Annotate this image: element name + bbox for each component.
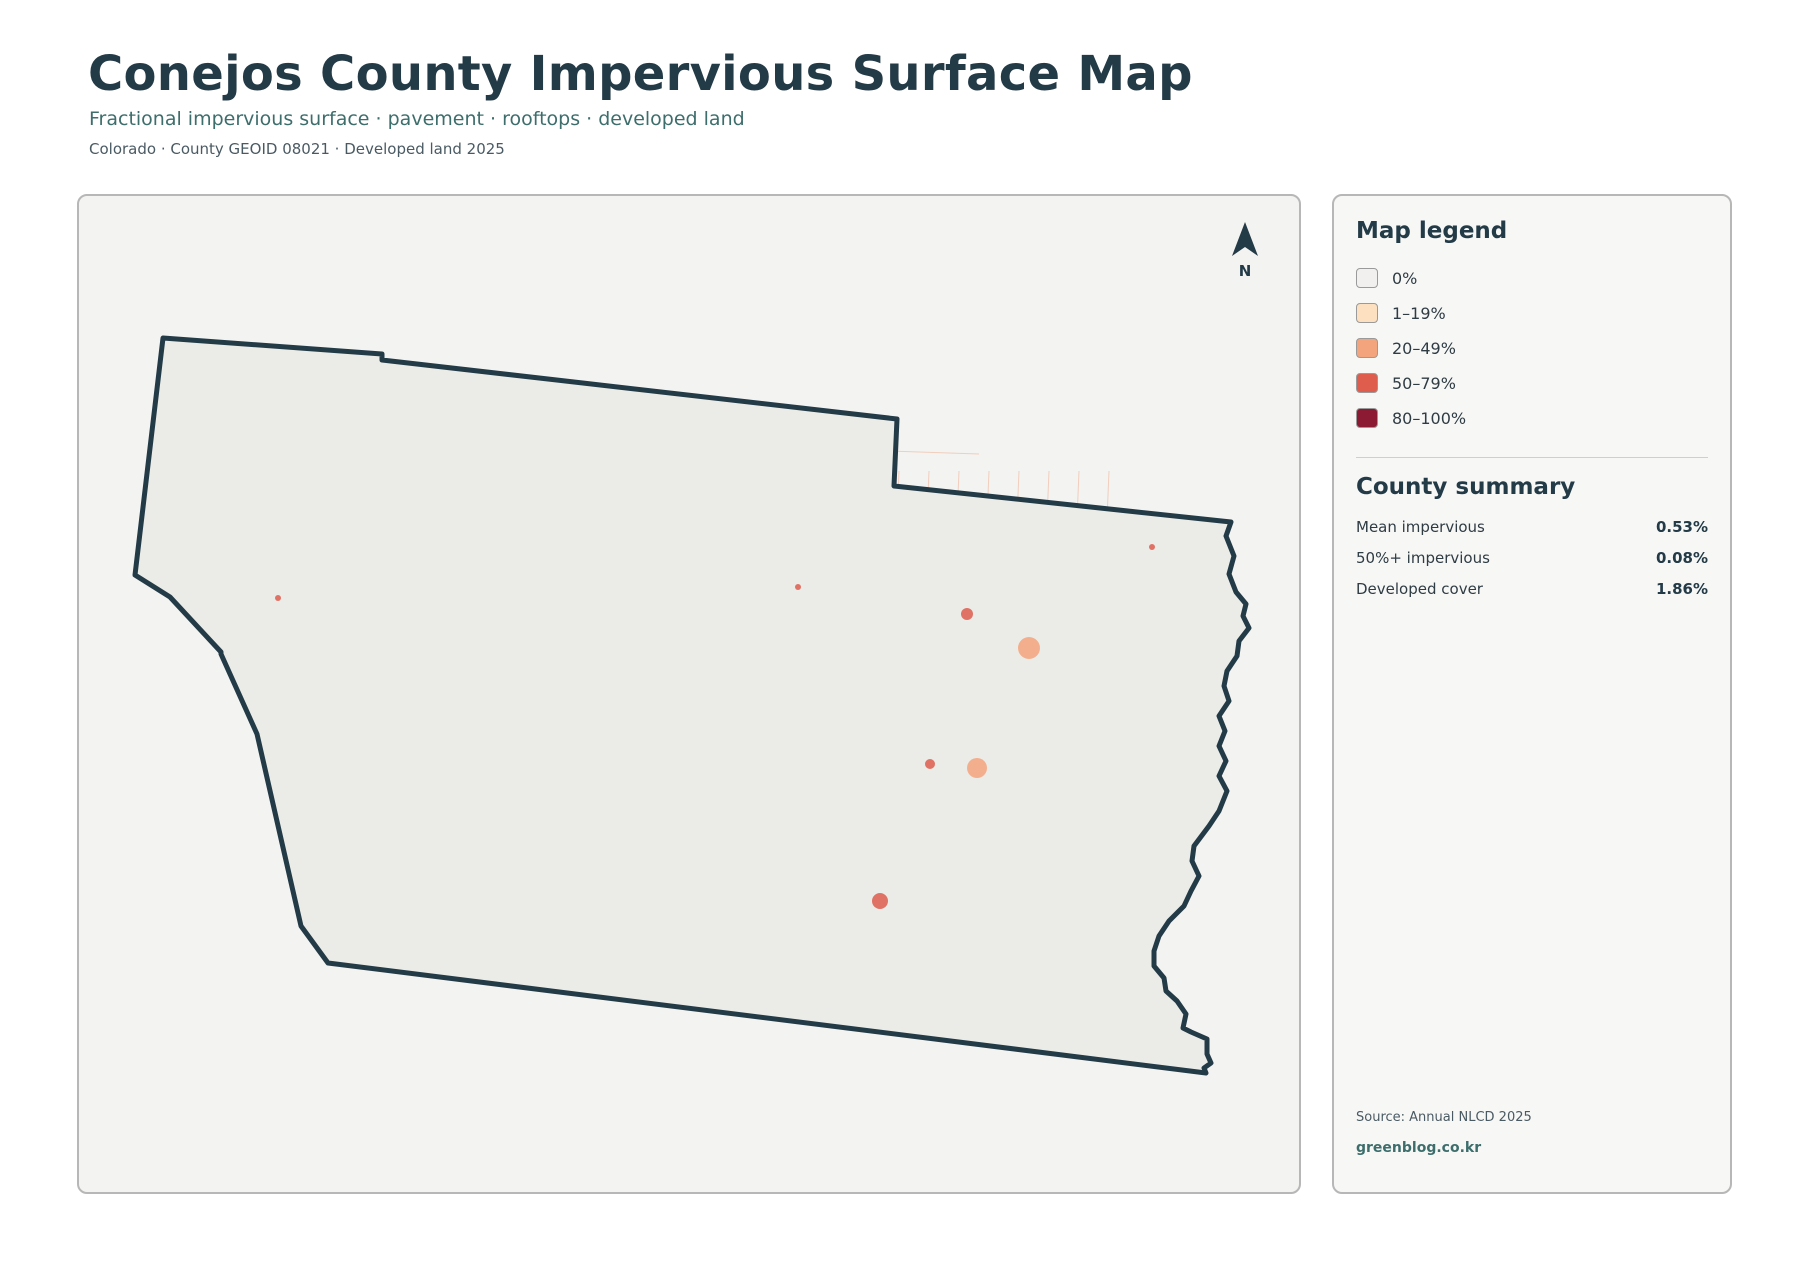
summary-value: 0.53% bbox=[1655, 518, 1708, 536]
town-cluster bbox=[961, 608, 973, 620]
map-panel[interactable] bbox=[77, 194, 1301, 1194]
town-cluster bbox=[1018, 637, 1040, 659]
town-cluster bbox=[275, 595, 281, 601]
legend-item: 20–49% bbox=[1356, 336, 1456, 360]
town-cluster bbox=[925, 759, 935, 769]
summary-title: County summary bbox=[1356, 474, 1576, 500]
legend-swatch bbox=[1356, 338, 1378, 358]
page-title: Conejos County Impervious Surface Map bbox=[88, 46, 1193, 102]
legend-label: 1–19% bbox=[1392, 303, 1446, 323]
page-subtitle: Fractional impervious surface · pavement… bbox=[89, 108, 745, 130]
summary-label: 50%+ impervious bbox=[1356, 549, 1490, 567]
county-map[interactable] bbox=[79, 196, 1301, 1194]
town-cluster bbox=[967, 758, 987, 778]
summary-label: Mean impervious bbox=[1356, 518, 1485, 536]
legend-title: Map legend bbox=[1356, 218, 1508, 244]
site-link[interactable]: greenblog.co.kr bbox=[1356, 1140, 1481, 1156]
legend-label: 0% bbox=[1392, 268, 1418, 288]
legend-label: 80–100% bbox=[1392, 408, 1467, 428]
source-note: Source: Annual NLCD 2025 bbox=[1356, 1110, 1532, 1125]
legend-label: 20–49% bbox=[1392, 338, 1456, 358]
legend-item: 1–19% bbox=[1356, 301, 1446, 325]
legend-divider bbox=[1356, 457, 1708, 458]
summary-row: Developed cover 1.86% bbox=[1356, 580, 1708, 598]
legend-swatch bbox=[1356, 268, 1378, 288]
town-cluster bbox=[795, 584, 801, 590]
legend-swatch bbox=[1356, 373, 1378, 393]
legend-swatch bbox=[1356, 408, 1378, 428]
town-cluster bbox=[1149, 544, 1155, 550]
page-meta: Colorado · County GEOID 08021 · Develope… bbox=[89, 140, 505, 158]
north-arrow-icon bbox=[1232, 222, 1258, 256]
legend-item: 0% bbox=[1356, 266, 1417, 290]
summary-row: Mean impervious 0.53% bbox=[1356, 518, 1708, 536]
summary-value: 0.08% bbox=[1655, 549, 1708, 567]
town-cluster bbox=[872, 893, 888, 909]
legend-panel: Map legend 0% 1–19% 20–49% 50–79% 80–100… bbox=[1332, 194, 1732, 1194]
legend-item: 80–100% bbox=[1356, 406, 1466, 430]
summary-label: Developed cover bbox=[1356, 580, 1483, 598]
legend-item: 50–79% bbox=[1356, 371, 1456, 395]
north-arrow: N bbox=[1223, 222, 1267, 280]
county-boundary bbox=[132, 335, 1252, 1076]
legend-swatch bbox=[1356, 303, 1378, 323]
north-label: N bbox=[1238, 262, 1252, 280]
summary-value: 1.86% bbox=[1655, 580, 1708, 598]
legend-label: 50–79% bbox=[1392, 373, 1456, 393]
summary-row: 50%+ impervious 0.08% bbox=[1356, 549, 1708, 567]
